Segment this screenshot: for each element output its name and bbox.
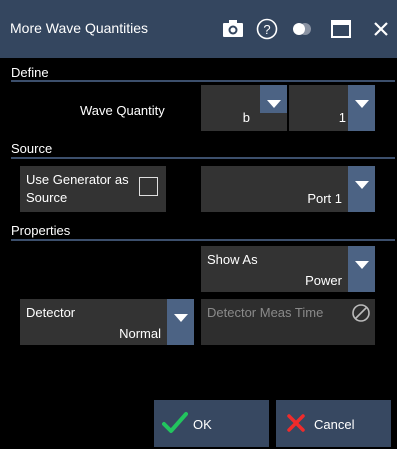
checkmark-icon	[162, 411, 188, 435]
port-dropdown[interactable]: Port 1	[201, 166, 375, 212]
section-divider	[11, 239, 395, 241]
index-dropdown[interactable]: 1	[289, 85, 375, 131]
svg-text:?: ?	[263, 22, 270, 37]
detector-dropdown[interactable]: Detector Normal	[20, 299, 194, 345]
section-divider	[11, 80, 395, 82]
dialog-titlebar: More Wave Quantities ?	[0, 0, 397, 58]
chevron-down-icon[interactable]	[348, 246, 375, 292]
cancel-button[interactable]: Cancel	[276, 400, 391, 447]
use-generator-label-line2: Source	[26, 190, 68, 205]
chevron-down-icon[interactable]	[260, 85, 287, 113]
show-as-value: Power	[305, 273, 342, 288]
use-generator-label-line1: Use Generator as	[26, 172, 129, 187]
port-dropdown-value: Port 1	[307, 191, 342, 206]
dialog-title: More Wave Quantities	[10, 20, 148, 36]
detector-value: Normal	[119, 326, 161, 341]
wave-dropdown[interactable]: b	[201, 85, 287, 131]
wave-dropdown-value: b	[242, 110, 250, 125]
detector-meas-time-label: Detector Meas Time	[207, 305, 324, 320]
camera-icon[interactable]	[222, 18, 244, 40]
section-define-label: Define	[11, 65, 49, 80]
ok-button-label: OK	[193, 417, 212, 432]
help-icon[interactable]: ?	[256, 18, 278, 40]
show-as-dropdown[interactable]: Show As Power	[201, 246, 375, 292]
chevron-down-icon[interactable]	[348, 166, 375, 212]
section-properties-label: Properties	[11, 223, 71, 238]
use-generator-checkbox[interactable]	[139, 177, 158, 196]
more-wave-quantities-dialog: More Wave Quantities ? Define Wave Quant…	[0, 0, 397, 449]
chevron-down-icon[interactable]	[167, 299, 194, 345]
x-icon	[287, 414, 305, 432]
show-as-label: Show As	[207, 252, 258, 267]
detector-label: Detector	[26, 305, 76, 320]
cancel-button-label: Cancel	[314, 417, 355, 432]
index-dropdown-value: 1	[338, 110, 346, 125]
disabled-icon	[351, 303, 371, 323]
section-divider	[11, 157, 395, 159]
toggle-icon[interactable]	[290, 18, 312, 40]
wave-quantity-label: Wave Quantity	[80, 103, 165, 118]
chevron-down-icon[interactable]	[348, 85, 375, 131]
ok-button[interactable]: OK	[154, 400, 269, 447]
close-icon[interactable]	[370, 18, 392, 40]
maximize-icon[interactable]	[330, 18, 352, 40]
section-source-label: Source	[11, 141, 53, 156]
detector-meas-time-field: Detector Meas Time	[201, 299, 375, 345]
